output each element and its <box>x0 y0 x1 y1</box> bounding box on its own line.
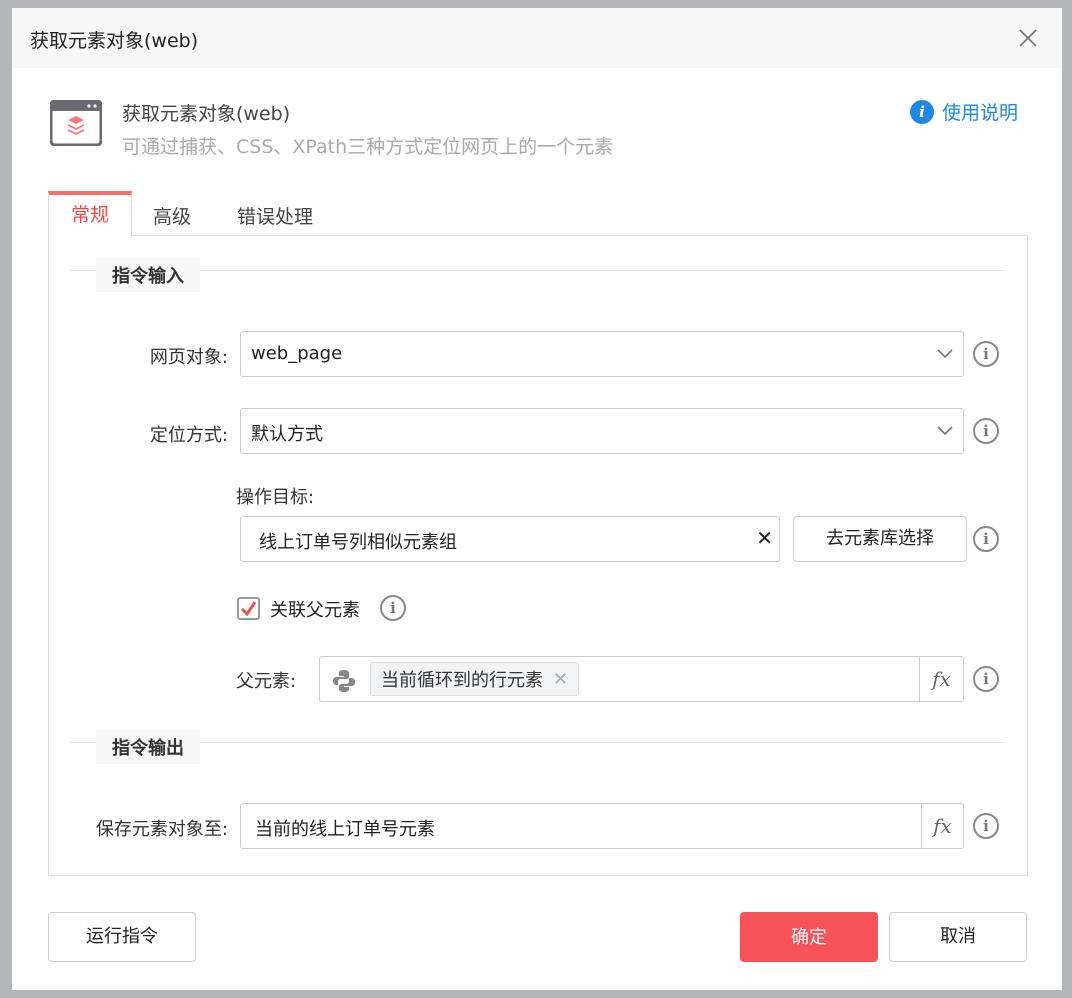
parent-label: 父元素: <box>236 671 297 692</box>
save-to-value: 当前的线上订单号元素 <box>255 819 435 840</box>
info-icon[interactable]: i <box>973 341 999 367</box>
divider <box>70 270 1005 271</box>
web-page-label: 网页对象: <box>149 347 228 368</box>
chevron-down-icon <box>937 426 953 436</box>
clear-icon[interactable]: ✕ <box>756 526 773 550</box>
target-input[interactable]: 线上订单号列相似元素组 ✕ <box>240 516 780 562</box>
info-icon[interactable]: i <box>973 526 999 552</box>
header-subtitle: 可通过捕获、CSS、XPath三种方式定位网页上的一个元素 <box>122 136 614 158</box>
python-icon <box>333 670 355 692</box>
header-title: 获取元素对象(web) <box>122 103 291 125</box>
chevron-down-icon <box>937 349 953 359</box>
tag-remove-icon[interactable]: ✕ <box>553 669 568 690</box>
locate-mode-label: 定位方式: <box>149 425 228 446</box>
parent-field[interactable]: 当前循环到的行元素 ✕ fx <box>319 656 964 702</box>
dialog-title: 获取元素对象(web) <box>30 30 199 52</box>
title-bar: 获取元素对象(web) <box>12 8 1062 68</box>
parent-tag: 当前循环到的行元素 ✕ <box>370 662 580 696</box>
link-parent-label: 关联父元素 <box>270 600 360 621</box>
check-icon <box>240 601 257 617</box>
ok-button[interactable]: 确定 <box>740 912 878 962</box>
section-output-title: 指令输出 <box>96 730 200 764</box>
tab-error-handling[interactable]: 错误处理 <box>237 202 313 229</box>
dialog: 获取元素对象(web) 获取元素对象(web) 可通过捕获、CSS、XPath三… <box>12 8 1062 990</box>
target-label: 操作目标: <box>236 487 315 508</box>
parent-tag-label: 当前循环到的行元素 <box>381 670 543 691</box>
tab-general[interactable]: 常规 <box>48 191 132 237</box>
web-page-select[interactable]: web_page <box>240 331 964 377</box>
info-icon[interactable]: i <box>973 666 999 692</box>
fx-button[interactable]: fx <box>919 657 963 701</box>
section-input-title: 指令输入 <box>96 258 200 292</box>
target-value: 线上订单号列相似元素组 <box>259 532 457 553</box>
close-icon[interactable] <box>1016 26 1040 50</box>
locate-mode-select[interactable]: 默认方式 <box>240 408 964 454</box>
info-icon[interactable]: i <box>973 418 999 444</box>
divider <box>70 742 1005 743</box>
web-page-value: web_page <box>251 343 343 364</box>
save-to-label: 保存元素对象至: <box>95 819 228 840</box>
help-link-label: 使用说明 <box>942 102 1019 124</box>
browser-element-icon <box>50 100 102 146</box>
info-icon: i <box>910 99 934 124</box>
link-parent-checkbox[interactable] <box>237 597 260 620</box>
cancel-button[interactable]: 取消 <box>889 912 1027 962</box>
info-icon[interactable]: i <box>380 595 406 621</box>
save-to-input[interactable]: 当前的线上订单号元素 fx <box>240 803 964 849</box>
fx-button[interactable]: fx <box>921 804 963 848</box>
tab-advanced[interactable]: 高级 <box>153 202 191 229</box>
locate-mode-value: 默认方式 <box>251 424 323 445</box>
element-library-button[interactable]: 去元素库选择 <box>793 516 967 562</box>
info-icon[interactable]: i <box>973 813 999 839</box>
run-button[interactable]: 运行指令 <box>48 912 196 962</box>
help-link[interactable]: i 使用说明 <box>910 98 1018 125</box>
